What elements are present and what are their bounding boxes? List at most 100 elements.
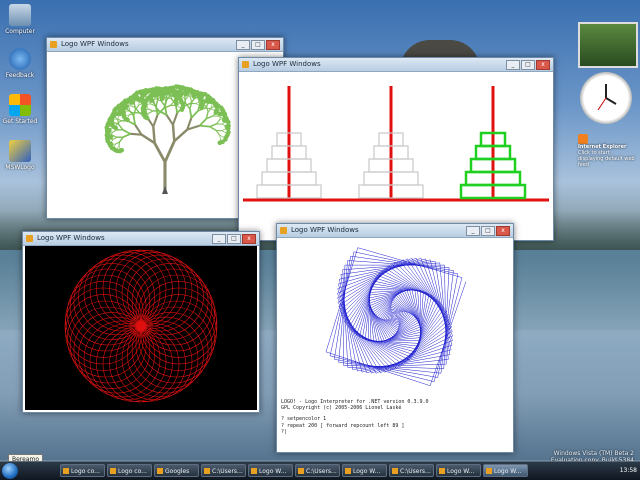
tree-branch	[117, 145, 120, 149]
maximize-button[interactable]: □	[251, 40, 265, 50]
app-icon	[280, 227, 287, 234]
title-bar[interactable]: Logo WPF Windows _ □ x	[47, 38, 283, 52]
towers-of-hanoi	[243, 86, 549, 202]
taskbar-button[interactable]: C:\Users...	[389, 464, 434, 477]
window-title: Logo WPF Windows	[291, 226, 359, 234]
logo-app-icon	[9, 140, 31, 162]
tree-branch	[155, 99, 159, 107]
taskbar-button[interactable]: C:\Users...	[201, 464, 246, 477]
desktop-icon-get-started[interactable]: Get Started	[0, 94, 40, 125]
desktop-icon-feedback[interactable]: Feedback	[0, 48, 40, 79]
tree-branch	[165, 114, 174, 126]
tree-branch	[112, 136, 118, 140]
minimize-button[interactable]: _	[212, 234, 226, 244]
tree-branch	[148, 108, 154, 112]
clock-face-icon	[597, 84, 617, 111]
spiral-path	[325, 247, 467, 387]
tree-branch	[199, 118, 207, 127]
desktop-icon-computer[interactable]: Computer	[0, 4, 40, 35]
taskbar-clock[interactable]: 13:58	[596, 462, 640, 480]
tree-branch	[122, 129, 131, 135]
tree-branch	[173, 128, 189, 143]
maximize-button[interactable]: □	[481, 226, 495, 236]
tree-branch	[160, 100, 166, 107]
logo-window-spiro[interactable]: Logo WPF Windows _ □ x	[22, 231, 260, 413]
desktop-icon-label: MSWLogo	[5, 164, 35, 171]
window-title: Logo WPF Windows	[37, 234, 105, 242]
tree-branch	[190, 97, 193, 103]
tree-branch	[221, 121, 226, 125]
console-output[interactable]: LOGO! - Logo Interpreter for .NET versio…	[281, 399, 509, 449]
close-button[interactable]: x	[536, 60, 550, 70]
tree-branch	[152, 126, 156, 144]
tree-branch	[163, 140, 176, 163]
taskbar-button[interactable]: Logo co...	[60, 464, 105, 477]
desktop-icon-label: Feedback	[5, 72, 35, 79]
canvas-spiro	[25, 246, 257, 410]
tree-branch	[221, 130, 226, 133]
tree-branch	[190, 110, 199, 119]
tree-branch	[148, 110, 154, 114]
tree-branch	[215, 119, 221, 125]
taskbar-button[interactable]: Logo W...	[436, 464, 481, 477]
tree-leaf	[217, 140, 222, 145]
tree-branch	[152, 114, 159, 128]
circle-spirograph	[64, 249, 218, 403]
taskbar-button[interactable]: Logo W...	[483, 464, 528, 477]
close-button[interactable]: x	[496, 226, 510, 236]
tree-branch	[153, 142, 167, 163]
tree-branch	[215, 130, 221, 136]
desktop-icon-mswlogo[interactable]: MSWLogo	[0, 140, 40, 171]
square-spiral	[325, 247, 467, 387]
close-button[interactable]: x	[242, 234, 256, 244]
tree-branch	[134, 107, 140, 114]
console-prompt[interactable]: ?|	[281, 429, 509, 435]
tree-branch	[199, 124, 210, 128]
taskbar: Logo co... Logo co... Googles C:\Users... Lo…	[0, 461, 640, 480]
rss-text: Click to start displaying default web fe…	[578, 150, 635, 168]
window-title: Logo WPF Windows	[253, 60, 321, 68]
title-bar[interactable]: Logo WPF Windows _ □ x	[277, 224, 513, 238]
app-icon	[26, 235, 33, 242]
taskbar-button[interactable]: Logo W...	[342, 464, 387, 477]
title-bar[interactable]: Logo WPF Windows _ □ x	[239, 58, 553, 72]
start-button[interactable]	[2, 463, 18, 479]
taskbar-button[interactable]: Logo W...	[248, 464, 293, 477]
slideshow-gadget[interactable]	[578, 22, 638, 68]
tree-branch	[118, 124, 124, 131]
canvas-hanoi	[241, 72, 551, 238]
tree-branch	[118, 145, 121, 149]
tree-branch	[140, 133, 156, 145]
minimize-button[interactable]: _	[466, 226, 480, 236]
computer-icon	[9, 4, 31, 26]
window-title: Logo WPF Windows	[61, 40, 129, 48]
app-icon	[242, 61, 249, 68]
tree-branch	[171, 124, 176, 142]
minimize-button[interactable]: _	[506, 60, 520, 70]
tree-branch	[112, 134, 118, 138]
tree-branch	[221, 128, 226, 131]
minimize-button[interactable]: _	[236, 40, 250, 50]
desktop-icon-label: Computer	[5, 28, 35, 35]
tree-branches	[104, 84, 231, 192]
spiro-center	[136, 321, 146, 331]
windows-logo-icon	[9, 94, 31, 116]
rss-gadget[interactable]: Internet Explorer Click to start display…	[578, 134, 636, 176]
maximize-button[interactable]: □	[521, 60, 535, 70]
title-bar[interactable]: Logo WPF Windows _ □ x	[23, 232, 259, 246]
close-button[interactable]: x	[266, 40, 280, 50]
maximize-button[interactable]: □	[227, 234, 241, 244]
turtle-icon	[162, 186, 168, 194]
taskbar-button[interactable]: Logo co...	[107, 464, 152, 477]
tree-branch	[171, 112, 179, 126]
app-icon	[50, 41, 57, 48]
tree-branch	[112, 129, 118, 133]
watermark-line: Windows Vista (TM) Beta 2	[553, 450, 634, 457]
clock-gadget[interactable]	[580, 72, 632, 124]
taskbar-button[interactable]: C:\Users...	[295, 464, 340, 477]
logo-window-console[interactable]: Logo WPF Windows _ □ x LOGO! - Logo Interp…	[276, 223, 514, 453]
tree-branch	[189, 108, 193, 118]
taskbar-button[interactable]: Googles	[154, 464, 199, 477]
logo-window-hanoi[interactable]: Logo WPF Windows _ □ x	[238, 57, 554, 241]
desktop-icon-label: Get Started	[2, 118, 38, 125]
